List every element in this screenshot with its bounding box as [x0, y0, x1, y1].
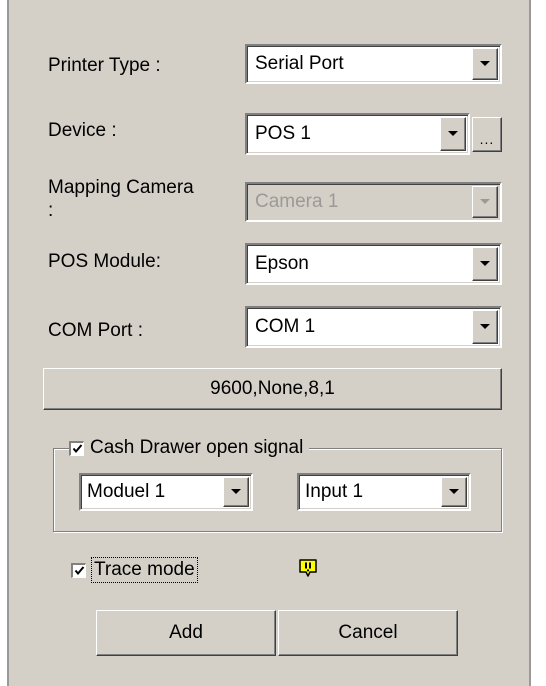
mapping-camera-label: Mapping Camera :	[48, 177, 194, 221]
com-settings-button[interactable]: 9600,None,8,1	[43, 368, 502, 410]
warning-icon	[299, 559, 317, 577]
pos-module-select[interactable]: Epson	[245, 243, 502, 285]
cash-drawer-module-select[interactable]: Moduel 1	[79, 473, 253, 511]
device-select[interactable]: POS 1	[245, 113, 470, 155]
cash-drawer-checkbox-row[interactable]: Cash Drawer open signal	[69, 436, 310, 460]
pos-settings-dialog: Printer Type : Serial Port Device : POS …	[7, 0, 531, 686]
pos-module-label: POS Module:	[48, 251, 161, 272]
cash-drawer-input-select[interactable]: Input 1	[297, 473, 471, 511]
printer-type-label: Printer Type :	[48, 55, 161, 76]
device-label: Device :	[48, 120, 117, 141]
trace-mode-checkbox[interactable]	[71, 562, 86, 578]
dropdown-arrow-icon[interactable]	[441, 477, 467, 507]
dropdown-arrow-icon[interactable]	[472, 186, 498, 218]
checkmark-icon	[72, 444, 82, 454]
printer-type-select[interactable]: Serial Port	[245, 44, 502, 84]
com-port-select[interactable]: COM 1	[245, 306, 502, 348]
com-port-value: COM 1	[255, 316, 316, 337]
cash-drawer-label: Cash Drawer open signal	[90, 437, 304, 458]
checkmark-icon	[74, 566, 84, 576]
dropdown-arrow-icon[interactable]	[440, 117, 466, 151]
dropdown-arrow-icon[interactable]	[223, 477, 249, 507]
cash-drawer-checkbox[interactable]	[69, 440, 84, 456]
mapping-camera-select[interactable]: Camera 1	[245, 182, 502, 222]
trace-mode-label: Trace mode	[91, 557, 198, 583]
pos-module-value: Epson	[255, 253, 309, 274]
add-button[interactable]: Add	[96, 610, 276, 656]
cash-drawer-module-value: Moduel 1	[87, 481, 166, 502]
trace-mode-checkbox-row[interactable]: Trace mode	[71, 556, 198, 584]
device-value: POS 1	[255, 123, 311, 144]
cash-drawer-input-value: Input 1	[305, 481, 364, 502]
dropdown-arrow-icon[interactable]	[472, 310, 498, 344]
cancel-button[interactable]: Cancel	[278, 610, 458, 656]
printer-type-value: Serial Port	[255, 53, 344, 74]
device-browse-button[interactable]: ...	[472, 117, 502, 152]
dropdown-arrow-icon[interactable]	[472, 247, 498, 281]
mapping-camera-value: Camera 1	[255, 191, 339, 212]
com-port-label: COM Port :	[48, 320, 144, 341]
dropdown-arrow-icon[interactable]	[472, 48, 498, 80]
